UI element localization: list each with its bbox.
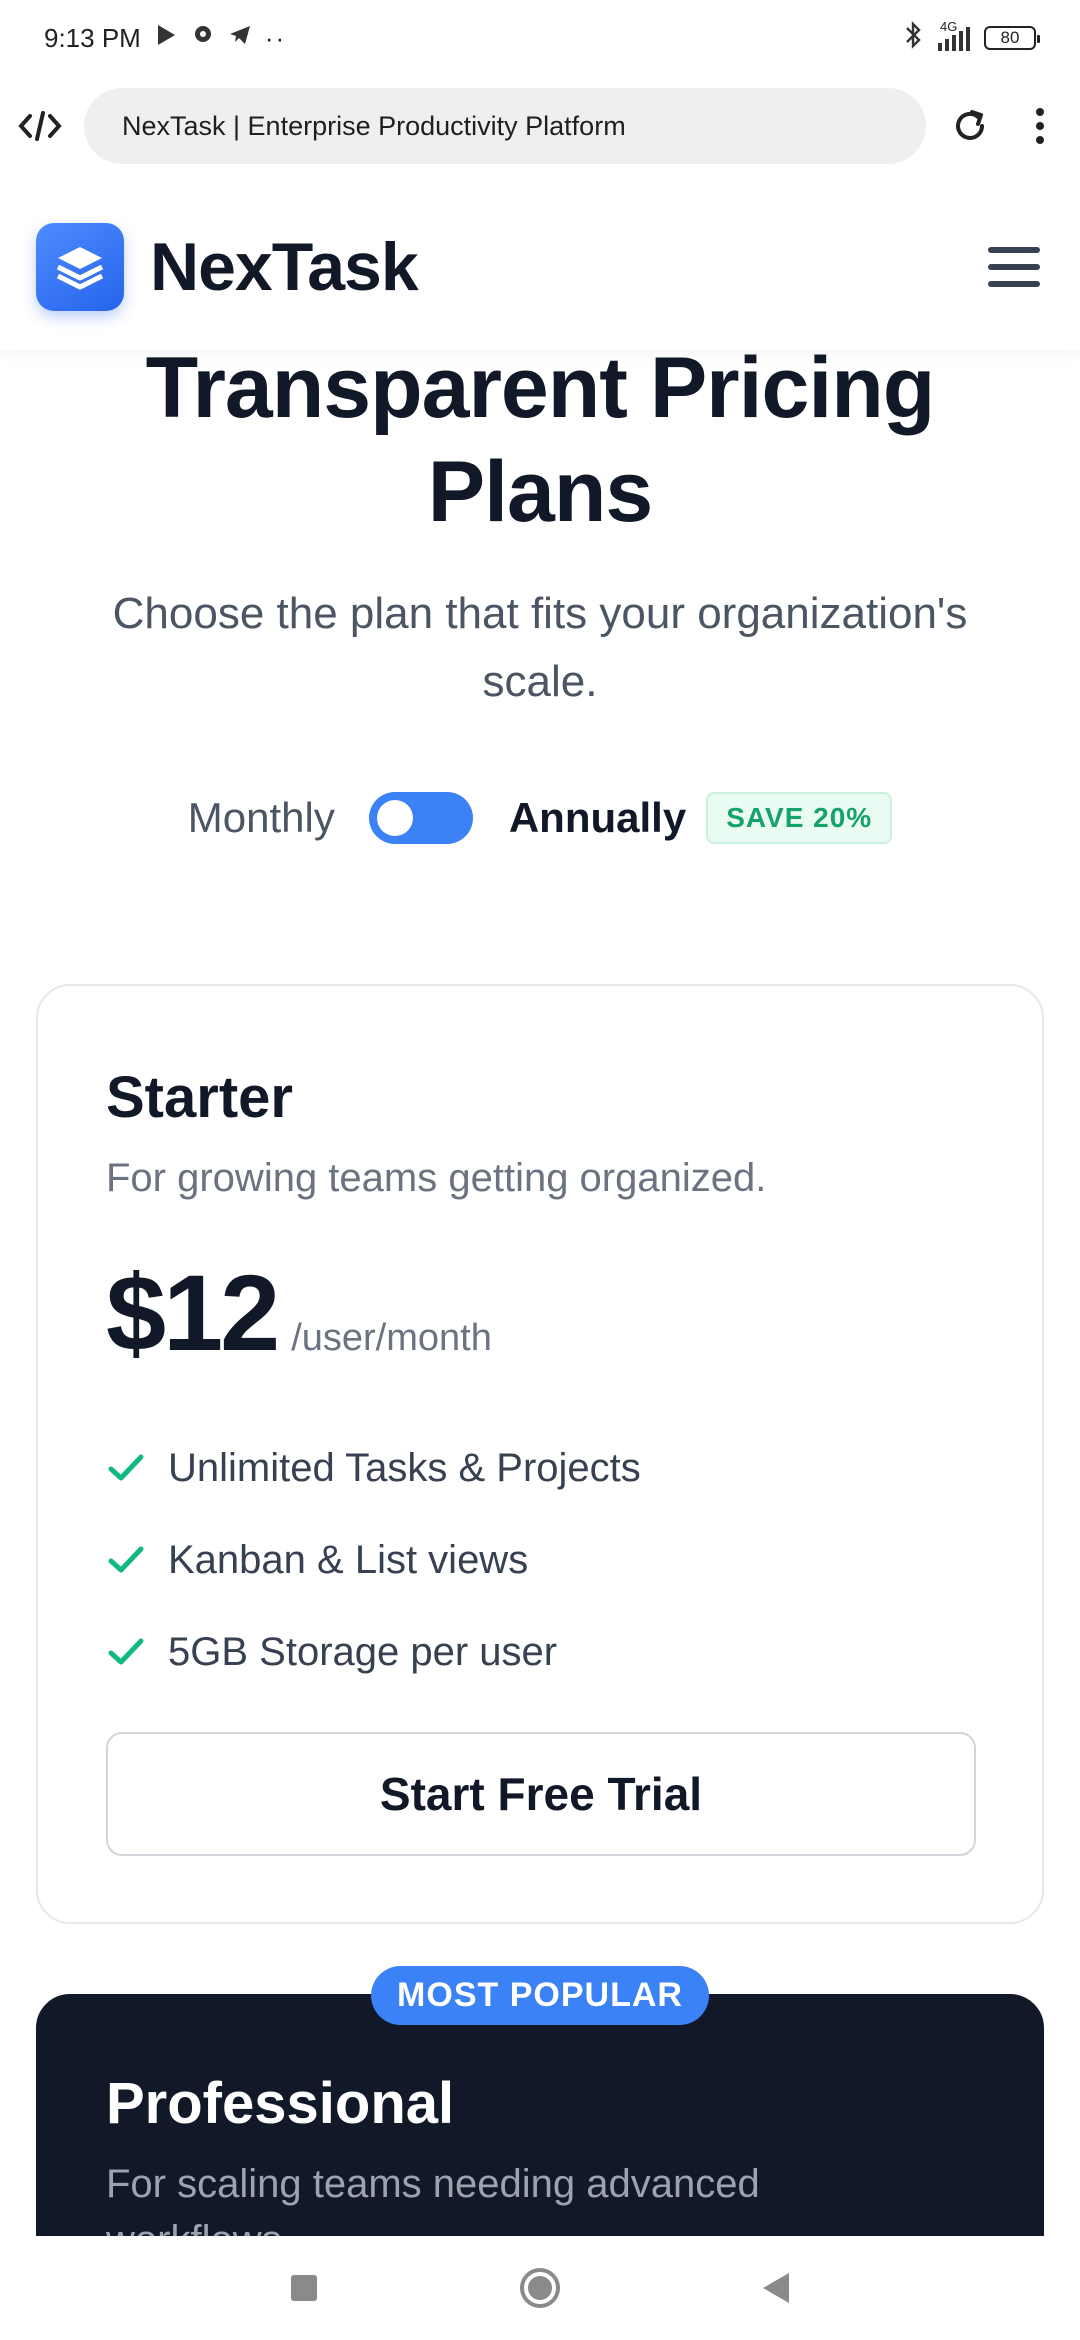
plan-price: $12 (106, 1252, 280, 1373)
feature-text: Unlimited Tasks & Projects (168, 1445, 641, 1490)
site-header: NexTask (0, 184, 1080, 350)
status-right: 4G 80 (902, 19, 1040, 56)
network-type: 4G (940, 19, 958, 34)
back-icon[interactable] (762, 2273, 789, 2303)
feature-item: Kanban & List views (106, 1514, 641, 1606)
feature-list: Unlimited Tasks & Projects Kanban & List… (106, 1422, 641, 1698)
page-title: Transparent Pricing Plans (40, 336, 1040, 544)
switch-knob (376, 800, 413, 836)
status-bar: 9:13 PM ·· 4G 80 (0, 0, 1080, 76)
telegram-icon (227, 22, 253, 55)
page-subtitle: Choose the plan that fits your organizat… (112, 589, 968, 706)
battery-icon: 80 (984, 26, 1040, 50)
site-settings-icon[interactable] (14, 100, 66, 152)
play-icon (153, 22, 179, 55)
feature-item: Unlimited Tasks & Projects (106, 1422, 641, 1514)
plan-name: Starter (106, 1065, 293, 1130)
feature-item: 5GB Storage per user (106, 1606, 641, 1698)
billing-switch[interactable] (368, 792, 473, 844)
brand-name: NexTask (150, 229, 419, 305)
page: 9:13 PM ·· 4G 80 NexTask | Enterprise Pr… (0, 0, 1080, 2340)
most-popular-badge: MOST POPULAR (371, 1966, 709, 2025)
more-notifications-icon: ·· (264, 22, 287, 53)
chat-icon (191, 23, 215, 54)
billing-period-toggle: Monthly Annually SAVE 20% (0, 788, 1080, 848)
check-icon (106, 1540, 146, 1580)
browser-toolbar: NexTask | Enterprise Productivity Platfo… (0, 84, 1080, 168)
price-row: $12 /user/month (106, 1250, 492, 1375)
feature-text: Kanban & List views (168, 1537, 529, 1582)
save-badge: SAVE 20% (706, 792, 893, 844)
page-title-line1: Transparent Pricing (145, 340, 936, 436)
address-bar-text: NexTask | Enterprise Productivity Platfo… (122, 110, 626, 141)
plan-name: Professional (106, 2071, 455, 2136)
plan-card-starter: Starter For growing teams getting organi… (36, 984, 1044, 1924)
signal-icon: 4G (938, 19, 970, 51)
browser-menu-icon[interactable] (1014, 100, 1066, 152)
feature-text: 5GB Storage per user (168, 1629, 558, 1674)
bluetooth-icon (902, 20, 924, 56)
layers-logo-icon (36, 223, 124, 311)
reload-icon[interactable] (944, 100, 996, 152)
check-icon (106, 1448, 146, 1488)
check-icon (106, 1632, 146, 1672)
hamburger-menu-icon[interactable] (984, 237, 1044, 297)
recents-icon[interactable] (291, 2275, 318, 2301)
start-free-trial-button[interactable]: Start Free Trial (106, 1732, 976, 1856)
price-period: /user/month (291, 1317, 492, 1359)
plan-description: For growing teams getting organized. (106, 1156, 767, 1200)
status-left: 9:13 PM ·· (44, 22, 286, 55)
address-bar[interactable]: NexTask | Enterprise Productivity Platfo… (84, 88, 926, 164)
brand[interactable]: NexTask (36, 223, 419, 311)
status-time: 9:13 PM (44, 22, 141, 53)
monthly-label[interactable]: Monthly (188, 794, 335, 842)
home-icon[interactable] (519, 2268, 560, 2308)
annually-label[interactable]: Annually (509, 794, 686, 842)
battery-level: 80 (1000, 28, 1020, 47)
system-navigation-bar (0, 2236, 1080, 2340)
page-title-line2: Plans (427, 444, 653, 540)
